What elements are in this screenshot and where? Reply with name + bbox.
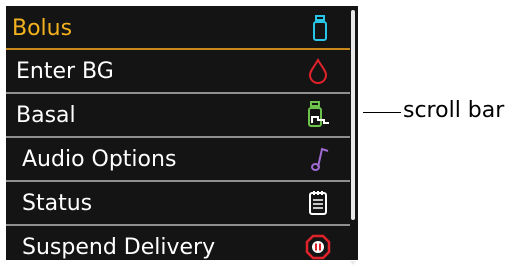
menu-item-status[interactable]: Status [6,183,350,223]
menu-item-label: Status [22,191,93,216]
menu-item-label: Suspend Delivery [22,235,216,260]
scroll-bar[interactable] [351,10,355,220]
status-clipboard-icon [304,189,332,217]
menu-item-suspend-delivery[interactable]: Suspend Delivery [6,227,350,267]
basal-profile-icon [304,101,332,129]
menu-item-label: Bolus [12,16,73,41]
scroll-down-arrow-icon[interactable] [350,251,356,265]
menu-item-bolus[interactable]: Bolus [6,8,350,48]
divider [6,180,350,182]
divider [6,92,350,94]
selection-rule [6,48,350,50]
scroll-bar-callout-line [363,112,401,113]
menu-item-label: Enter BG [16,59,114,84]
pause-octagon-icon [304,233,332,261]
insulin-cartridge-icon [306,14,334,42]
menu-item-audio-options[interactable]: Audio Options [6,139,350,179]
pump-menu-screen: Bolus Enter BG Basal Audio Options Statu… [6,6,358,265]
divider [6,224,350,226]
main-menu: Bolus Enter BG Basal Audio Options Statu… [6,6,350,260]
music-note-icon [306,145,334,173]
scroll-bar-callout-label: scroll bar [403,98,505,123]
divider [6,136,350,138]
menu-item-label: Audio Options [22,147,177,172]
menu-item-basal[interactable]: Basal [6,95,350,135]
menu-item-enter-bg[interactable]: Enter BG [6,51,350,91]
blood-drop-icon [304,57,332,85]
menu-item-label: Basal [16,103,76,128]
